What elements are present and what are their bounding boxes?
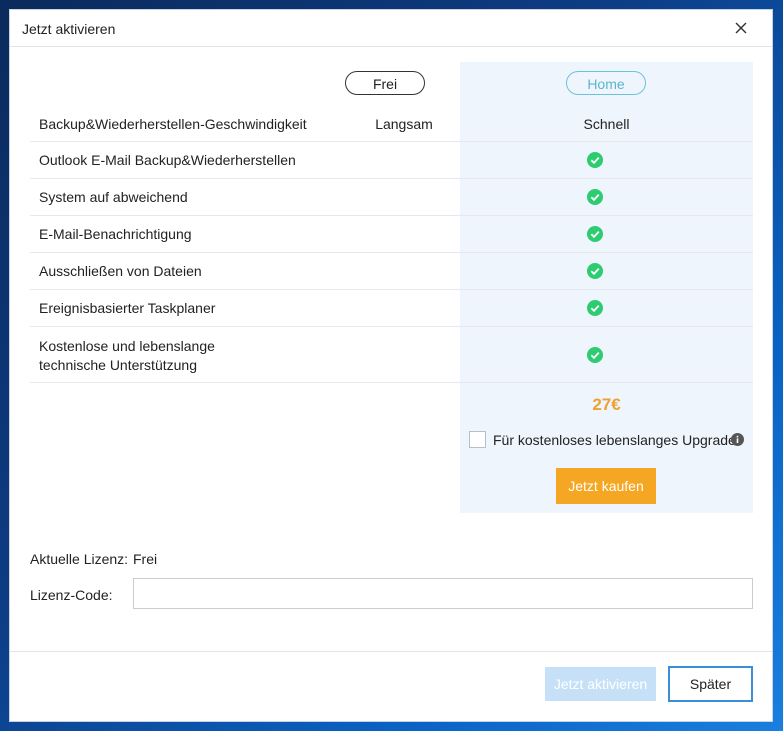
activate-now-button[interactable]: Jetzt aktivieren bbox=[545, 667, 656, 701]
license-code-label: Lizenz-Code: bbox=[30, 587, 113, 603]
feature-label: Ausschließen von Dateien bbox=[39, 263, 202, 279]
feature-label: E-Mail-Benachrichtigung bbox=[39, 226, 192, 242]
current-license-label: Aktuelle Lizenz: bbox=[30, 551, 129, 567]
upgrade-checkbox[interactable] bbox=[469, 431, 486, 448]
feature-row: Ausschließen von Dateien bbox=[30, 253, 753, 290]
current-license-value: Frei bbox=[133, 551, 158, 567]
feature-row: Backup&Wiederherstellen-Geschwindigkeit … bbox=[30, 106, 753, 142]
feature-row: System auf abweichend bbox=[30, 179, 753, 216]
upgrade-label: Für kostenloses lebenslanges Upgrade bbox=[493, 432, 736, 448]
free-speed-value: Langsam bbox=[375, 116, 433, 132]
home-speed-value: Schnell bbox=[583, 116, 630, 132]
plan-home-label: Home bbox=[566, 71, 646, 95]
feature-row: Outlook E-Mail Backup&Wiederherstellen bbox=[30, 142, 753, 179]
later-button[interactable]: Später bbox=[668, 666, 753, 702]
title-bar: Jetzt aktivieren bbox=[10, 10, 772, 47]
buy-now-button[interactable]: Jetzt kaufen bbox=[556, 468, 656, 504]
feature-label: Backup&Wiederherstellen-Geschwindigkeit bbox=[39, 116, 307, 132]
check-circle-icon bbox=[587, 347, 603, 363]
activation-dialog: Jetzt aktivieren Frei Home Backup&Wieder… bbox=[10, 10, 772, 721]
check-circle-icon bbox=[587, 152, 603, 168]
feature-row: Kostenlose und lebenslange technische Un… bbox=[30, 327, 753, 383]
feature-label: Outlook E-Mail Backup&Wiederherstellen bbox=[39, 152, 296, 168]
feature-label: System auf abweichend bbox=[39, 189, 188, 205]
check-circle-icon bbox=[587, 226, 603, 242]
close-icon[interactable] bbox=[732, 19, 750, 37]
check-circle-icon bbox=[587, 263, 603, 279]
price-label: 27€ bbox=[592, 395, 621, 414]
check-circle-icon bbox=[587, 300, 603, 316]
feature-label: Ereignisbasierter Taskplaner bbox=[39, 300, 216, 316]
feature-row: E-Mail-Benachrichtigung bbox=[30, 216, 753, 253]
feature-row: Ereignisbasierter Taskplaner bbox=[30, 290, 753, 327]
feature-label-line1: Kostenlose und lebenslange bbox=[39, 338, 215, 354]
info-icon[interactable] bbox=[731, 433, 744, 446]
check-circle-icon bbox=[587, 189, 603, 205]
plan-free-label: Frei bbox=[345, 71, 425, 95]
footer-divider bbox=[10, 651, 772, 652]
license-code-input[interactable] bbox=[133, 578, 753, 609]
feature-label-line2: technische Unterstützung bbox=[39, 357, 197, 373]
dialog-title: Jetzt aktivieren bbox=[22, 21, 116, 37]
